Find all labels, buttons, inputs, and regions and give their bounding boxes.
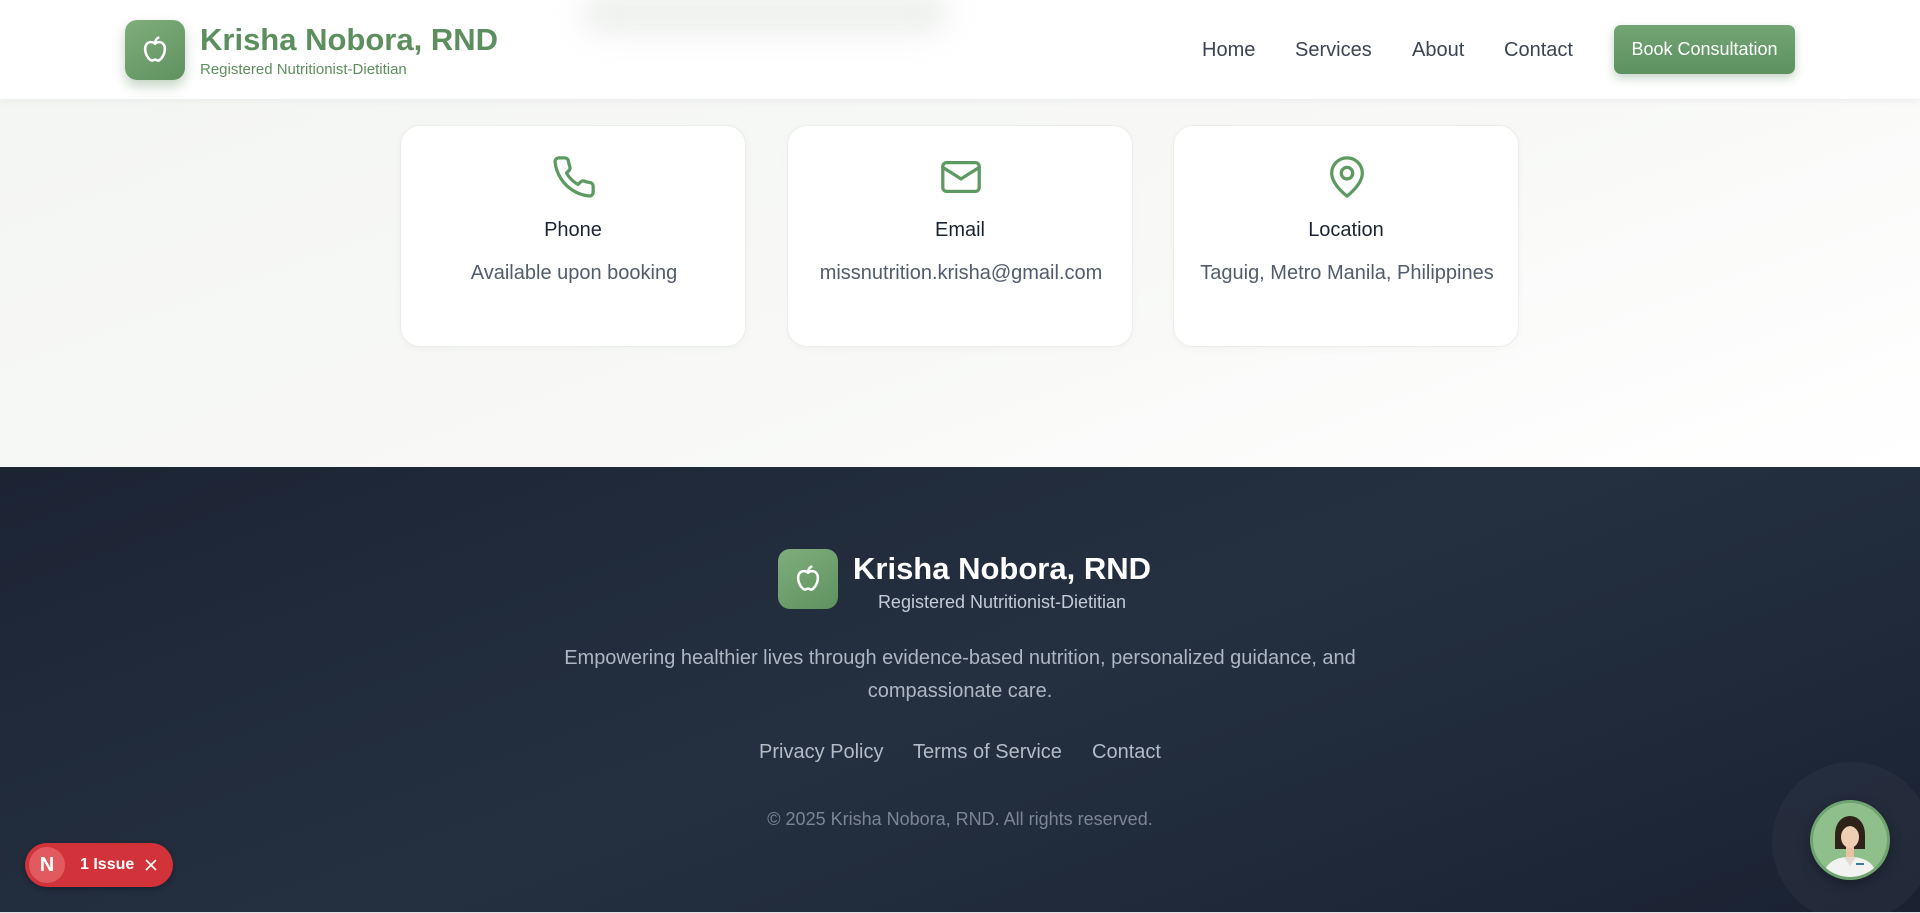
contact-card-title: Location (1308, 219, 1384, 241)
brand-logo-link[interactable]: Krisha Nobora, RND Registered Nutritioni… (125, 20, 498, 80)
footer-link-privacy-policy[interactable]: Privacy Policy (759, 741, 883, 764)
contact-card-location: Location Taguig, Metro Manila, Philippin… (1173, 125, 1519, 347)
nav-contact[interactable]: Contact (1504, 38, 1573, 62)
nav-about[interactable]: About (1412, 38, 1464, 62)
contact-card-value: Taguig, Metro Manila, Philippines (1200, 262, 1494, 284)
apple-icon (778, 549, 838, 609)
footer-link-terms-of-service[interactable]: Terms of Service (913, 741, 1062, 764)
nav-home[interactable]: Home (1202, 38, 1255, 62)
book-consultation-button[interactable]: Book Consultation (1614, 25, 1795, 74)
footer-brand-name: Krisha Nobora, RND (853, 551, 1151, 586)
brand-subtitle: Registered Nutritionist-Dietitian (200, 61, 407, 78)
footer-copyright: © 2025 Krisha Nobora, RND. All rights re… (767, 809, 1153, 829)
footer-brand-subtitle: Registered Nutritionist-Dietitian (877, 592, 1127, 612)
header-blur-decoration (580, 0, 950, 35)
apple-icon (125, 20, 185, 80)
nav-services[interactable]: Services (1295, 38, 1372, 62)
contact-card-title: Email (934, 219, 985, 241)
footer-brand: Krisha Nobora, RND Registered Nutritioni… (778, 549, 1151, 613)
site-footer: Krisha Nobora, RND Registered Nutritioni… (0, 467, 1920, 913)
contact-card-phone: Phone Available upon booking (400, 125, 746, 347)
issues-count-label[interactable]: 1 Issue (80, 856, 134, 874)
map-pin-icon (1330, 156, 1364, 198)
site-header: Krisha Nobora, RND Registered Nutritioni… (0, 0, 1920, 100)
footer-tagline: Empowering healthier lives through evide… (564, 647, 1356, 702)
phone-icon (553, 156, 595, 198)
close-icon[interactable] (142, 856, 160, 874)
avatar-portrait-icon (1813, 803, 1887, 877)
contact-card-email: Email missnutrition.krisha@gmail.com (787, 125, 1133, 347)
issues-badge[interactable]: N 1 Issue (25, 843, 173, 887)
contact-card-value[interactable]: missnutrition.krisha@gmail.com (808, 258, 1114, 288)
contact-section: Phone Available upon booking Email missn… (0, 100, 1920, 467)
contact-card-title: Phone (544, 219, 602, 241)
next-logo-icon: N (29, 847, 65, 883)
brand-name: Krisha Nobora, RND (200, 22, 498, 57)
mail-icon (941, 160, 981, 194)
contact-card-value: Available upon booking (470, 262, 678, 284)
assistant-avatar[interactable] (1810, 800, 1890, 880)
footer-link-contact[interactable]: Contact (1092, 741, 1161, 764)
